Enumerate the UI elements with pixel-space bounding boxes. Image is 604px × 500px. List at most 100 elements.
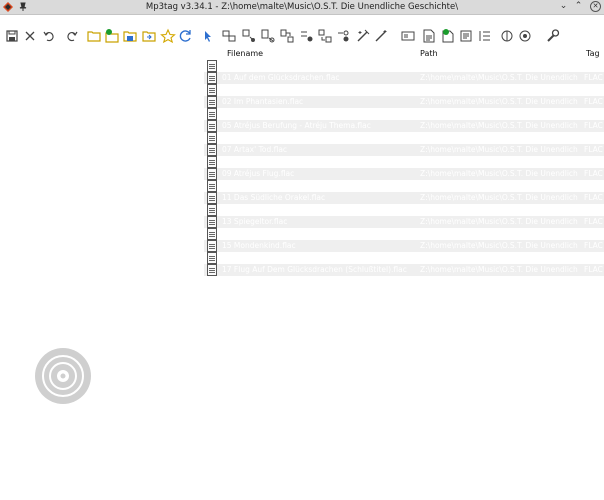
cell-filename: 17 Flug Auf Dem Glücksdrachen (Schlußtit…: [222, 265, 407, 274]
file-icon: [207, 240, 217, 252]
file-icon: [207, 108, 217, 120]
column-tag[interactable]: Tag: [586, 49, 600, 58]
file-row[interactable]: 15 Mondenkind.flac Z:\home\malte\Music\O.…: [204, 240, 604, 252]
cell-filename: 07 Artax' Tod.flac: [222, 145, 288, 154]
cell-filename: 05 Atréjus Berufung - Atréju Thema.flac: [222, 121, 371, 130]
discogs-icon[interactable]: [517, 28, 533, 44]
change-directory-alt-icon[interactable]: [122, 28, 138, 44]
redo-icon[interactable]: [64, 28, 80, 44]
file-icon: [207, 120, 217, 132]
file-icon: [207, 192, 217, 204]
cell-filename: [222, 252, 412, 264]
filename-to-tag-icon[interactable]: [241, 28, 257, 44]
file-row[interactable]: [204, 180, 604, 192]
file-row[interactable]: 01 Auf dem Glücksdrachen.flac Z:\home\mal…: [204, 72, 604, 84]
cell-filename: [222, 84, 412, 96]
actions-icon[interactable]: [298, 28, 314, 44]
list-icon[interactable]: [477, 28, 493, 44]
cell-path: [420, 252, 578, 264]
file-row[interactable]: 13 Spiegeltor.flac Z:\home\malte\Music\O.…: [204, 216, 604, 228]
file-icon: [207, 228, 217, 240]
options-wrench-icon[interactable]: [544, 28, 560, 44]
playlist-icon[interactable]: [355, 28, 371, 44]
cell-tag: FLAC: [584, 97, 603, 106]
maximize-icon[interactable]: ⌃: [573, 1, 584, 12]
cell-filename: 15 Mondenkind.flac: [222, 241, 296, 250]
cover-art-icon[interactable]: [440, 28, 456, 44]
web-sources-icon[interactable]: [500, 28, 516, 44]
tag-sources-web-icon[interactable]: [458, 28, 474, 44]
remove-icon[interactable]: [22, 28, 38, 44]
cell-tag: [584, 156, 604, 168]
file-row[interactable]: 05 Atréjus Berufung - Atréju Thema.flac Z…: [204, 120, 604, 132]
extended-tags-icon[interactable]: [373, 28, 389, 44]
file-row[interactable]: 11 Das Südliche Orakel.flac Z:\home\malte…: [204, 192, 604, 204]
file-icon: [207, 132, 217, 144]
cell-tag: [584, 228, 604, 240]
text-file-icon[interactable]: [400, 28, 416, 44]
save-icon[interactable]: [4, 28, 20, 44]
add-directory-icon[interactable]: [104, 28, 120, 44]
auto-numbering-icon[interactable]: [317, 28, 333, 44]
column-path[interactable]: Path: [420, 49, 438, 58]
cell-tag: [584, 132, 604, 144]
file-icon: [207, 84, 217, 96]
cell-filename: [222, 132, 412, 144]
file-icon: [207, 144, 217, 156]
cell-filename: 09 Atréjus Flug.flac: [222, 169, 295, 178]
cell-tag: FLAC: [584, 241, 603, 250]
file-row[interactable]: [204, 228, 604, 240]
file-row[interactable]: [204, 132, 604, 144]
cell-tag: [584, 84, 604, 96]
cell-filename: [222, 156, 412, 168]
file-icon: [207, 180, 217, 192]
cell-path: Z:\home\malte\Music\O.S.T. Die Unendlich…: [420, 217, 578, 226]
undo-icon[interactable]: [41, 28, 57, 44]
cell-filename: [222, 228, 412, 240]
title-bar: Mp3tag v3.34.1 - Z:\home\malte\Music\O.S…: [0, 0, 604, 15]
cell-path: [420, 156, 578, 168]
file-row[interactable]: [204, 204, 604, 216]
file-row[interactable]: [204, 108, 604, 120]
file-icon: [207, 252, 217, 264]
file-row[interactable]: [204, 84, 604, 96]
file-row[interactable]: 17 Flug Auf Dem Glücksdrachen (Schlußtit…: [204, 264, 604, 276]
move-icon[interactable]: [141, 28, 157, 44]
cell-path: [420, 108, 578, 120]
tag-source-icon[interactable]: [221, 28, 237, 44]
file-row[interactable]: [204, 252, 604, 264]
export-icon[interactable]: [335, 28, 351, 44]
file-row[interactable]: 02 Im Phantasien.flac Z:\home\malte\Music…: [204, 96, 604, 108]
cell-path: [420, 204, 578, 216]
file-row[interactable]: [204, 60, 604, 72]
cell-filename: [222, 204, 412, 216]
file-row[interactable]: 07 Artax' Tod.flac Z:\home\malte\Music\O.…: [204, 144, 604, 156]
cell-path: Z:\home\malte\Music\O.S.T. Die Unendlich…: [420, 265, 578, 274]
cell-filename: 11 Das Südliche Orakel.flac: [222, 193, 326, 202]
cell-filename: [222, 60, 412, 72]
change-directory-icon[interactable]: [86, 28, 102, 44]
file-row[interactable]: [204, 156, 604, 168]
close-icon[interactable]: ✕: [590, 1, 601, 12]
numbering-icon[interactable]: [421, 28, 437, 44]
window-title: Mp3tag v3.34.1 - Z:\home\malte\Music\O.S…: [145, 2, 459, 12]
cell-tag: FLAC: [584, 193, 603, 202]
cell-filename: [222, 180, 412, 192]
cell-path: [420, 60, 578, 72]
select-icon[interactable]: [200, 28, 216, 44]
column-filename[interactable]: Filename: [227, 49, 263, 58]
file-icon: [207, 216, 217, 228]
cell-tag: FLAC: [584, 145, 603, 154]
tag-to-filename-icon[interactable]: [260, 28, 276, 44]
refresh-icon[interactable]: [178, 28, 194, 44]
cell-tag: [584, 252, 604, 264]
favorites-star-icon[interactable]: [160, 28, 176, 44]
cell-tag: FLAC: [584, 169, 603, 178]
cell-tag: FLAC: [584, 121, 603, 130]
file-row[interactable]: 09 Atréjus Flug.flac Z:\home\malte\Music\…: [204, 168, 604, 180]
minimize-icon[interactable]: ⌄: [558, 1, 569, 12]
convert-icon[interactable]: [279, 28, 295, 44]
cover-art-placeholder-icon: [35, 348, 91, 404]
cell-path: Z:\home\malte\Music\O.S.T. Die Unendlich…: [420, 169, 578, 178]
cell-tag: FLAC: [584, 73, 603, 82]
